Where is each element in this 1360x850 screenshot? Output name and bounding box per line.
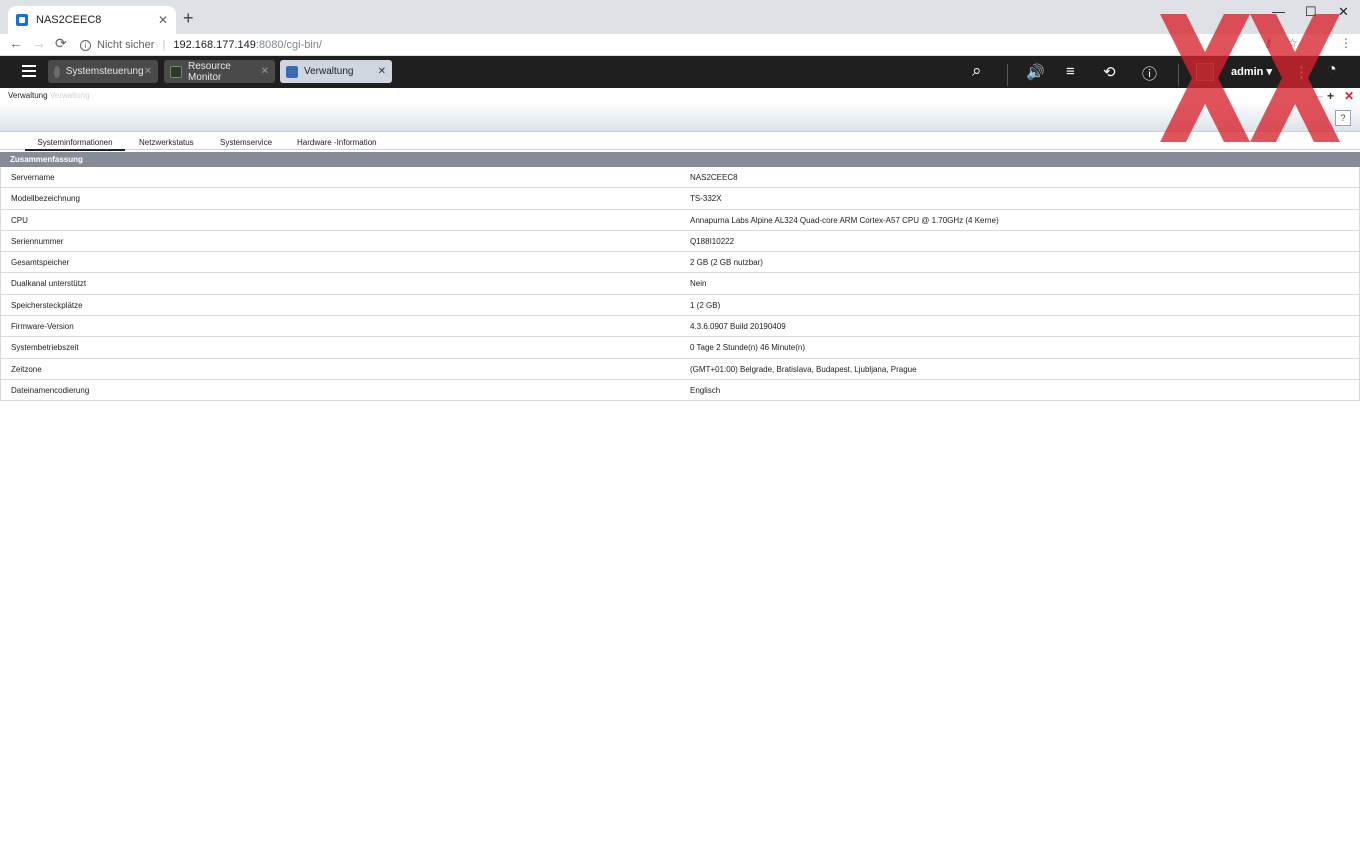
browser-tab-title: NAS2CEEC8 bbox=[36, 14, 102, 26]
user-menu[interactable]: admin ▾ bbox=[1231, 65, 1272, 78]
more-options-icon[interactable]: ⋮ bbox=[1294, 63, 1309, 81]
row-value: (GMT+01:00) Belgrade, Bratislava, Budape… bbox=[690, 364, 917, 374]
window-title: Verwaltung bbox=[8, 91, 48, 100]
bookmark-star-icon[interactable]: ☆ bbox=[1287, 36, 1298, 50]
section-header: Zusammenfassung bbox=[0, 152, 1360, 167]
url-host: 192.168.177.149 bbox=[173, 39, 256, 51]
main-menu-icon[interactable] bbox=[22, 65, 36, 77]
info-tabs: Systeminformationen Netzwerkstatus Syste… bbox=[0, 135, 1360, 151]
qnap-favicon-icon bbox=[16, 14, 28, 26]
window-toolbar bbox=[0, 104, 1360, 132]
help-button[interactable]: ? bbox=[1335, 110, 1351, 126]
row-label: Systembetriebszeit bbox=[11, 343, 79, 353]
browser-tab[interactable]: NAS2CEEC8 ✕ bbox=[8, 6, 176, 34]
row-value: Q188I10222 bbox=[690, 236, 735, 246]
monitor-icon bbox=[170, 65, 182, 78]
forward-icon[interactable]: → bbox=[32, 35, 46, 51]
app-tab-systemsteuerung[interactable]: Systemsteuerung ✕ bbox=[48, 60, 158, 83]
table-row: Seriennummer Q188I10222 bbox=[1, 231, 1359, 253]
table-row: CPU Annapurna Labs Alpine AL324 Quad-core… bbox=[1, 210, 1359, 231]
row-label: Servername bbox=[11, 173, 55, 182]
window-subtitle: Verwaltung bbox=[50, 91, 90, 100]
row-value: 0 Tage 2 Stunde(n) 46 Minute(n) bbox=[690, 343, 806, 353]
row-label: Dualkanal unterstützt bbox=[11, 279, 87, 289]
toolbar-divider bbox=[1007, 64, 1008, 86]
toolbar-divider bbox=[1178, 64, 1179, 86]
tab-systemservice[interactable]: Systemservice bbox=[220, 138, 272, 147]
section-title: Zusammenfassung bbox=[10, 155, 83, 164]
tab-netzwerkstatus[interactable]: Netzwerkstatus bbox=[139, 138, 194, 147]
row-label: CPU bbox=[11, 215, 28, 225]
table-row: Speichersteckplätze 1 (2 GB) bbox=[1, 295, 1359, 317]
background-tasks-icon[interactable]: ≡ bbox=[1066, 63, 1075, 80]
site-info-icon[interactable]: i bbox=[80, 39, 91, 51]
row-value: Nein bbox=[690, 279, 707, 289]
info-icon[interactable]: ⓘ bbox=[1142, 63, 1157, 84]
key-icon[interactable]: ⚷ bbox=[1264, 36, 1273, 50]
browser-tab-strip: NAS2CEEC8 ✕ + — ☐ ✕ bbox=[0, 0, 1360, 34]
new-tab-icon[interactable]: + bbox=[183, 8, 194, 29]
table-row: Firmware-Version 4.3.6.0907 Build 2019040… bbox=[1, 316, 1359, 338]
summary-table: Servername NAS2CEEC8 Modellbezeichnung TS-3… bbox=[0, 167, 1360, 402]
browser-tab-close-icon[interactable]: ✕ bbox=[158, 13, 168, 27]
table-row: Zeitzone (GMT+01:00) Belgrade, Bratislava… bbox=[1, 359, 1359, 380]
window-close-icon[interactable]: ✕ bbox=[1338, 4, 1349, 20]
table-row: Gesamtspeicher 2 GB (2 GB nutzbar) bbox=[1, 252, 1359, 274]
row-label: Dateinamencodierung bbox=[11, 385, 90, 395]
app-tab-resource-monitor[interactable]: Resource Monitor ✕ bbox=[164, 60, 275, 83]
row-label: Firmware-Version bbox=[11, 322, 74, 332]
row-label: Gesamtspeicher bbox=[11, 258, 70, 268]
row-label: Seriennummer bbox=[11, 236, 64, 246]
row-value: 2 GB (2 GB nutzbar) bbox=[690, 258, 763, 268]
row-label: Speichersteckplätze bbox=[11, 300, 83, 310]
table-row: Systembetriebszeit 0 Tage 2 Stunde(n) 46 … bbox=[1, 337, 1359, 359]
app-tab-label: Resource Monitor bbox=[188, 60, 231, 83]
tab-hardware-information[interactable]: Hardware -Information bbox=[297, 138, 377, 147]
row-value: 1 (2 GB) bbox=[690, 300, 721, 310]
row-label: Modellbezeichnung bbox=[11, 194, 80, 204]
window-minimize-icon[interactable]: — bbox=[1272, 4, 1285, 19]
back-icon[interactable]: ← bbox=[9, 35, 23, 51]
app-tab-label: Verwaltung bbox=[304, 66, 354, 77]
window-title-bar: Verwaltung Verwaltung — + ✕ bbox=[0, 88, 1360, 104]
external-device-icon[interactable]: ⟲ bbox=[1103, 63, 1116, 81]
gear-icon bbox=[54, 65, 60, 78]
app-tab-close-icon[interactable]: ✕ bbox=[378, 66, 386, 77]
row-value: Englisch bbox=[690, 385, 721, 395]
window-maximize-icon[interactable]: ☐ bbox=[1305, 4, 1317, 20]
table-row: Dateinamencodierung Englisch bbox=[1, 380, 1359, 402]
reload-icon[interactable]: ⟳ bbox=[55, 35, 67, 52]
url-separator: | bbox=[162, 39, 166, 51]
url-path: :8080/cgi-bin/ bbox=[255, 39, 322, 51]
address-bar: ← → ⟳ i Nicht sicher | 192.168.177.149 :… bbox=[0, 34, 1360, 56]
app-tab-close-icon[interactable]: ✕ bbox=[144, 66, 152, 77]
app-tab-verwaltung[interactable]: Verwaltung ✕ bbox=[280, 60, 392, 83]
app-tab-close-icon[interactable]: ✕ bbox=[261, 66, 269, 77]
table-row: Modellbezeichnung TS-332X bbox=[1, 188, 1359, 210]
table-row: Dualkanal unterstützt Nein bbox=[1, 273, 1359, 295]
window-close-button[interactable]: ✕ bbox=[1344, 89, 1354, 103]
qts-toolbar: Systemsteuerung ✕ Resource Monitor ✕ Ver… bbox=[0, 56, 1360, 88]
row-label: Zeitzone bbox=[11, 364, 42, 374]
window-add-button[interactable]: + bbox=[1327, 89, 1334, 103]
dashboard-icon[interactable]: ◔ bbox=[1327, 61, 1337, 79]
browser-menu-icon[interactable]: ⋮ bbox=[1340, 36, 1352, 50]
app-tab-label: Systemsteuerung bbox=[65, 66, 144, 77]
user-avatar[interactable] bbox=[1196, 63, 1214, 81]
search-icon[interactable]: ⌕ bbox=[972, 61, 982, 81]
table-row: Servername NAS2CEEC8 bbox=[1, 167, 1359, 189]
window-minimize-button[interactable]: — bbox=[1311, 89, 1323, 103]
security-label: Nicht sicher bbox=[97, 39, 155, 51]
row-value: NAS2CEEC8 bbox=[690, 173, 738, 182]
tab-systeminformationen[interactable]: Systeminformationen bbox=[25, 138, 125, 151]
row-value: 4.3.6.0907 Build 20190409 bbox=[690, 322, 786, 332]
volume-icon[interactable]: 🔊 bbox=[1026, 63, 1045, 81]
row-value: TS-332X bbox=[690, 194, 722, 204]
row-value: Annapurna Labs Alpine AL324 Quad-core AR… bbox=[690, 215, 999, 225]
url-field[interactable]: i Nicht sicher | 192.168.177.149 :8080/c… bbox=[80, 35, 322, 55]
admin-window-icon bbox=[286, 65, 298, 78]
